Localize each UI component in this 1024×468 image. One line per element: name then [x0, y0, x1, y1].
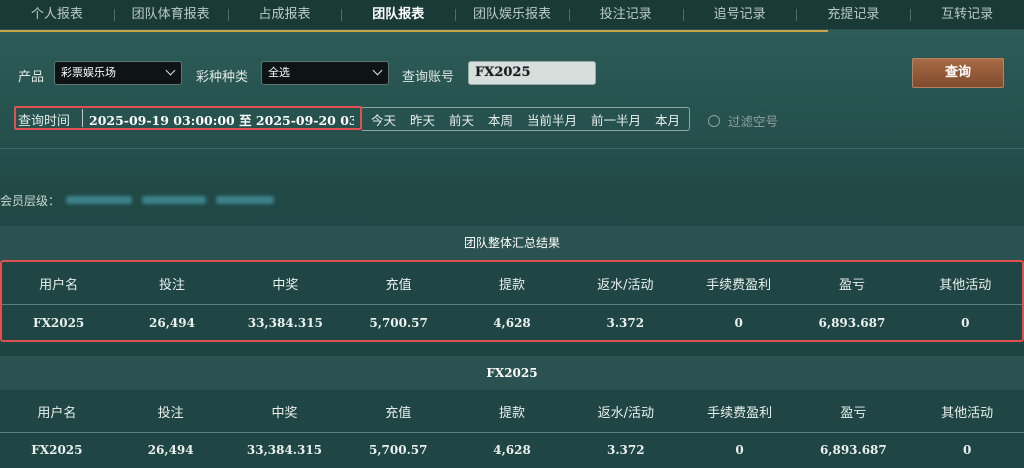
category-label: 彩种种类 — [196, 70, 249, 85]
quick-range-this-week[interactable]: 本周 — [488, 110, 513, 129]
report-tabs: 个人报表 团队体育报表 占成报表 团队报表 团队娱乐报表 投注记录 追号记录 充… — [0, 0, 1024, 30]
summary-title: 团队整体汇总结果 — [0, 226, 1024, 260]
cell-deposit: 5,700.57 — [369, 443, 428, 457]
tab-bet-records[interactable]: 投注记录 — [568, 0, 683, 30]
cell-withdraw: 4,628 — [493, 443, 531, 457]
col-rebate: 返水/活动 — [597, 405, 654, 421]
cell-username: FX2025 — [33, 316, 85, 330]
chevron-down-icon — [372, 65, 383, 76]
tab-team-entertainment-report[interactable]: 团队娱乐报表 — [455, 0, 569, 30]
col-username: 用户名 — [39, 277, 79, 293]
quick-range-previous-half-month[interactable]: 前一半月 — [591, 110, 641, 129]
table-row: FX2025 26,494 33,384.315 5,700.57 4,628 … — [2, 305, 1022, 341]
col-bet: 投注 — [157, 405, 184, 421]
category-select[interactable]: 全选 — [261, 61, 389, 85]
quick-range-day-before[interactable]: 前天 — [449, 110, 474, 129]
cell-win: 33,384.315 — [247, 316, 323, 330]
col-other-activity: 其他活动 — [941, 405, 994, 421]
product-label: 产品 — [18, 70, 45, 85]
blurred-level-3 — [216, 196, 274, 204]
quick-range-yesterday[interactable]: 昨天 — [410, 110, 435, 129]
quick-range-this-month[interactable]: 本月 — [655, 110, 680, 129]
filter-empty-option[interactable]: 过滤空号 — [708, 111, 778, 130]
cell-fee-profit: 0 — [735, 443, 744, 457]
blurred-level-1 — [66, 196, 132, 204]
col-withdraw: 提款 — [499, 405, 526, 421]
tab-team-report[interactable]: 团队报表 — [341, 0, 455, 30]
quick-range-today[interactable]: 今天 — [371, 110, 396, 129]
cell-rebate: 3.372 — [607, 443, 645, 457]
time-separator — [82, 109, 83, 127]
account-label: 查询账号 — [402, 70, 455, 85]
tab-chase-records[interactable]: 追号记录 — [682, 0, 797, 30]
col-username: 用户名 — [37, 405, 77, 421]
tab-share-report[interactable]: 占成报表 — [227, 0, 342, 30]
col-profit-loss: 盈亏 — [840, 405, 867, 421]
radio-icon[interactable] — [708, 114, 720, 127]
col-other-activity: 其他活动 — [939, 277, 992, 293]
summary-table: 用户名 投注 中奖 充值 提款 返水/活动 手续费盈利 盈亏 其他活动 FX20… — [0, 260, 1024, 342]
quick-range-current-half-month[interactable]: 当前半月 — [527, 110, 577, 129]
col-fee-profit: 手续费盈利 — [707, 405, 773, 421]
col-fee-profit: 手续费盈利 — [706, 277, 772, 293]
col-deposit: 充值 — [385, 405, 412, 421]
product-select-value: 彩票娱乐场 — [61, 66, 116, 79]
cell-fee-profit: 0 — [734, 316, 743, 330]
detail-header-row: 用户名 投注 中奖 充值 提款 返水/活动 手续费盈利 盈亏 其他活动 — [0, 390, 1024, 432]
cell-rebate: 3.372 — [606, 316, 645, 330]
time-range-input[interactable]: 2025-09-19 03:00:00 至 2025-09-20 03:00:0… — [89, 110, 354, 129]
cell-other-activity: 0 — [961, 316, 970, 330]
col-profit-loss: 盈亏 — [838, 277, 865, 293]
col-deposit: 充值 — [385, 277, 412, 293]
quick-range-group: 今天 昨天 前天 本周 当前半月 前一半月 本月 — [362, 107, 690, 131]
account-input[interactable]: FX2025 — [468, 61, 596, 85]
cell-profit-loss: 6,893.687 — [819, 443, 887, 457]
detail-title: FX2025 — [0, 356, 1024, 390]
col-win: 中奖 — [271, 405, 298, 421]
summary-header-row: 用户名 投注 中奖 充值 提款 返水/活动 手续费盈利 盈亏 其他活动 — [2, 262, 1022, 304]
cell-other-activity: 0 — [962, 443, 972, 457]
tab-transfer-records[interactable]: 互转记录 — [910, 0, 1024, 30]
tab-personal-report[interactable]: 个人报表 — [0, 0, 114, 30]
cell-bet: 26,494 — [149, 316, 195, 330]
col-bet: 投注 — [158, 277, 185, 293]
member-level-label: 会员层级： — [0, 194, 61, 208]
category-select-value: 全选 — [268, 66, 290, 79]
filter-divider — [0, 148, 1024, 149]
detail-table: 用户名 投注 中奖 充值 提款 返水/活动 手续费盈利 盈亏 其他活动 FX20… — [0, 390, 1024, 468]
tab-deposit-withdraw-records[interactable]: 充提记录 — [796, 0, 910, 30]
cell-withdraw: 4,628 — [493, 316, 531, 330]
cell-deposit: 5,700.57 — [369, 316, 428, 330]
cell-profit-loss: 6,893.687 — [818, 316, 886, 330]
chevron-down-icon — [165, 65, 176, 76]
table-row: FX2025 26,494 33,384.315 5,700.57 4,628 … — [0, 433, 1024, 467]
tab-team-sports-report[interactable]: 团队体育报表 — [113, 0, 228, 30]
col-win: 中奖 — [272, 277, 299, 293]
time-label: 查询时间 — [18, 114, 71, 129]
cell-username: FX2025 — [31, 443, 83, 457]
query-button[interactable]: 查询 — [912, 58, 1004, 88]
col-rebate: 返水/活动 — [597, 277, 654, 293]
cell-bet: 26,494 — [147, 443, 194, 457]
cell-win: 33,384.315 — [246, 443, 323, 457]
filter-empty-label: 过滤空号 — [728, 114, 779, 129]
product-select[interactable]: 彩票娱乐场 — [54, 61, 182, 85]
tab-underline — [0, 30, 828, 32]
blurred-level-2 — [142, 196, 206, 204]
col-withdraw: 提款 — [498, 277, 525, 293]
